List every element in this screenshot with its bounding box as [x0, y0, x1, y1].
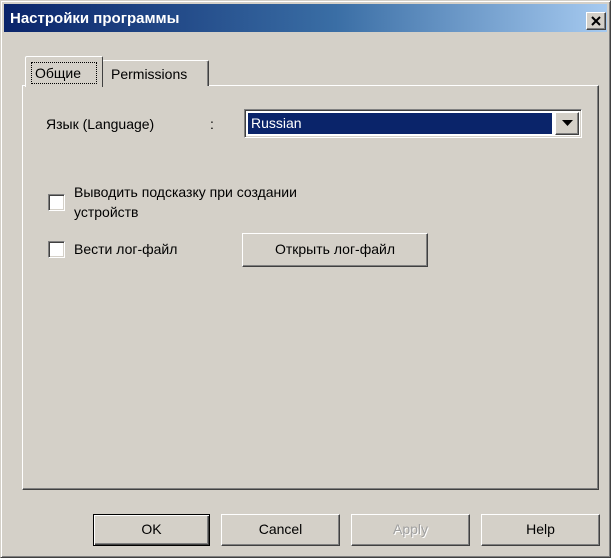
language-select[interactable]: Russian — [244, 109, 582, 138]
ok-button-label: OK — [141, 521, 162, 537]
hint-checkbox[interactable] — [48, 194, 65, 211]
log-checkbox[interactable] — [48, 241, 65, 258]
language-dropdown-button[interactable] — [555, 112, 579, 135]
hint-checkbox-label-line1: Выводить подсказку при создании — [74, 184, 297, 200]
hint-checkbox-label-line2: устройств — [74, 204, 139, 220]
window-title: Настройки программы — [10, 10, 180, 27]
tab-permissions-label: Permissions — [111, 66, 188, 82]
tab-panel-general — [22, 85, 599, 490]
title-bar[interactable]: Настройки программы — [4, 4, 607, 32]
tab-general[interactable]: Общие — [25, 56, 103, 87]
ok-button[interactable]: OK — [93, 514, 210, 546]
cancel-button-label: Cancel — [258, 521, 303, 537]
language-label: Язык (Language) — [46, 116, 155, 132]
apply-button: Apply — [351, 514, 470, 546]
log-checkbox-label: Вести лог-файл — [74, 241, 178, 257]
cancel-button[interactable]: Cancel — [221, 514, 340, 546]
open-log-button[interactable]: Открыть лог-файл — [242, 233, 428, 267]
close-icon — [591, 16, 601, 26]
help-button-label: Help — [526, 521, 555, 537]
apply-button-label: Apply — [392, 521, 429, 537]
language-colon: : — [210, 116, 214, 132]
open-log-button-label: Открыть лог-файл — [274, 241, 396, 257]
settings-dialog: Настройки программы Общие Permissions Яз… — [0, 0, 611, 558]
language-select-value: Russian — [248, 113, 552, 134]
chevron-down-icon — [562, 120, 573, 126]
tab-general-label: Общие — [35, 65, 82, 81]
help-button[interactable]: Help — [481, 514, 600, 546]
close-button[interactable] — [586, 12, 606, 30]
tab-permissions[interactable]: Permissions — [102, 60, 209, 86]
